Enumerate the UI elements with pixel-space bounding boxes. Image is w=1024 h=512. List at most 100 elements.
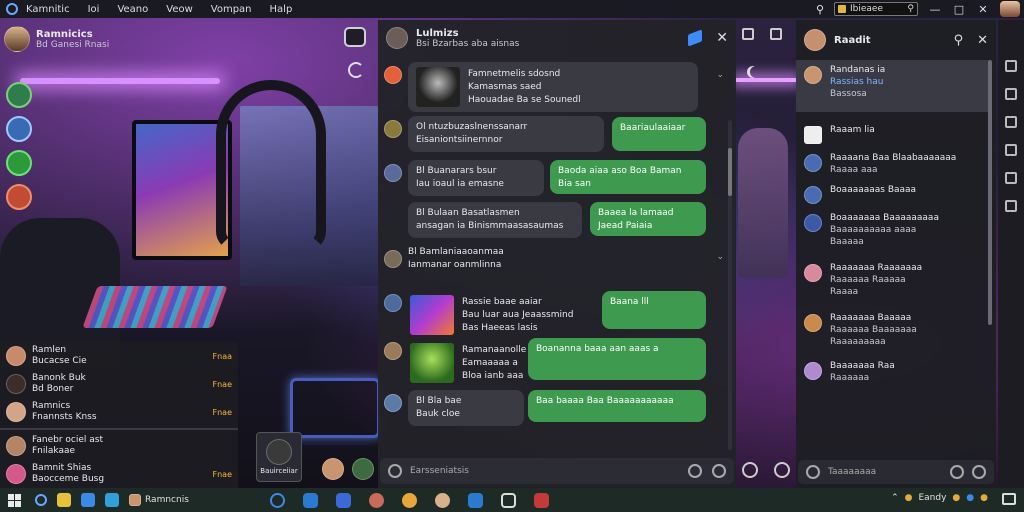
- sent-message[interactable]: Baaea la lamaad Jaead Paiaia: [590, 202, 706, 236]
- menu-item-2[interactable]: Ioi: [88, 4, 100, 15]
- list-item[interactable]: Raaaaaaa Raaaaaaa Raaaaaa Raaaaa Raaaa: [796, 262, 988, 298]
- app-icon-3[interactable]: [336, 493, 351, 508]
- image-thumbnail[interactable]: [410, 295, 454, 335]
- tray-icon[interactable]: ●: [952, 493, 960, 503]
- list-item[interactable]: Raaaaaaa Baaaaa Raaaaaa Baaaaaaa Raaaaaa…: [796, 312, 988, 348]
- app-icon-9[interactable]: [534, 493, 549, 508]
- app-icon-4[interactable]: [369, 493, 384, 508]
- screen-share-icon[interactable]: [742, 28, 754, 40]
- gif-icon[interactable]: [712, 464, 726, 478]
- message-bubble[interactable]: Bl Bla bae Bauk cloe: [408, 390, 524, 426]
- app-icon-7[interactable]: [468, 493, 483, 508]
- camera-icon[interactable]: [770, 28, 782, 40]
- search-icon[interactable]: [35, 494, 47, 506]
- info-icon[interactable]: [950, 465, 964, 479]
- add-icon[interactable]: [388, 464, 402, 478]
- friend-avatar-4[interactable]: [6, 184, 32, 210]
- menu-item-1[interactable]: Kamnitic: [26, 4, 70, 15]
- chevron-up-icon[interactable]: ⌃: [891, 493, 899, 503]
- moon-icon[interactable]: [750, 66, 762, 78]
- search-icon[interactable]: ⚲: [954, 33, 964, 48]
- list-item[interactable]: Ramnics Fnannsts Knss Fnae: [0, 398, 238, 426]
- notification-icon[interactable]: [1002, 493, 1016, 505]
- emoji-icon[interactable]: [688, 464, 702, 478]
- participant-avatar-2[interactable]: [352, 458, 374, 480]
- app-icon-8[interactable]: [501, 493, 516, 508]
- chevron-down-icon[interactable]: ⌄: [716, 70, 724, 80]
- rail-icon-6[interactable]: [1005, 200, 1017, 212]
- message-bubble[interactable]: Bl Bulaan Basatlasmen ansagan ia Binismm…: [408, 202, 582, 238]
- app-icon-2[interactable]: [303, 493, 318, 508]
- search-input[interactable]: Ibieaee ⚲: [834, 2, 918, 16]
- emoji-icon[interactable]: [972, 465, 986, 479]
- tray-icon[interactable]: ●: [966, 493, 974, 503]
- list-item[interactable]: Banonk Buk Bd Boner Fnae: [0, 370, 238, 398]
- rail-icon-3[interactable]: [1005, 116, 1017, 128]
- rail-icon-4[interactable]: [1005, 144, 1017, 156]
- search-icon[interactable]: ⚲: [816, 3, 824, 16]
- friend-avatar-3[interactable]: [6, 150, 32, 176]
- user-card[interactable]: Ramnicics Bd Ganesi Rnasi: [4, 26, 109, 52]
- message-bubble[interactable]: Bl Buanarars bsur Iau ioaul ia emasne: [408, 160, 544, 196]
- item-name: Raaam lia: [830, 125, 875, 135]
- rail-icon-1[interactable]: [1005, 60, 1017, 72]
- rail-icon-5[interactable]: [1005, 172, 1017, 184]
- start-button[interactable]: [8, 493, 21, 507]
- menu-item-help[interactable]: Halp: [270, 4, 293, 15]
- store-icon[interactable]: [105, 493, 119, 507]
- tray-icon[interactable]: ●: [905, 493, 913, 503]
- settings-icon[interactable]: [742, 462, 758, 478]
- rail-icon-2[interactable]: [1005, 88, 1017, 100]
- list-item[interactable]: Boaaaaaaas Baaaa: [796, 184, 988, 204]
- sent-message[interactable]: Baana lll: [602, 291, 706, 329]
- close-button[interactable]: ✕: [976, 3, 990, 16]
- friend-avatar-1[interactable]: [6, 82, 32, 108]
- close-icon[interactable]: ✕: [716, 30, 728, 46]
- minimize-button[interactable]: —: [928, 3, 942, 16]
- sent-message[interactable]: Baariaulaaiaar: [612, 117, 706, 151]
- chat-message: Bl Bulaan Basatlasmen ansagan ia Binismm…: [408, 202, 582, 238]
- tray-icon[interactable]: ●: [980, 493, 988, 503]
- folder-icon[interactable]: [57, 493, 71, 507]
- chevron-down-icon[interactable]: ⌄: [716, 252, 724, 262]
- message-bubble[interactable]: Ramanaanolle Eamaaaaa a Bloa ianb aaa: [408, 338, 546, 388]
- list-item[interactable]: Bamnit Shias Baocceme Busg Fnae: [0, 460, 238, 488]
- pin-icon[interactable]: [688, 29, 703, 47]
- participant-avatar-1[interactable]: [322, 458, 344, 480]
- image-thumbnail[interactable]: [410, 343, 454, 383]
- message-bubble[interactable]: Famnetmelis sdosnd Kamasmas saed Haouada…: [408, 62, 698, 112]
- refresh-icon[interactable]: [348, 62, 364, 78]
- account-avatar[interactable]: [1000, 1, 1020, 17]
- message-input[interactable]: Earsseniatsis: [380, 458, 734, 484]
- menu-item-5[interactable]: Vompan: [211, 4, 252, 15]
- grid-icon[interactable]: [774, 462, 790, 478]
- app-icon-1[interactable]: [270, 493, 285, 508]
- list-item[interactable]: Ramlen Bucacse Cie Fnaa: [0, 342, 238, 370]
- image-thumbnail[interactable]: [416, 67, 460, 107]
- list-item[interactable]: Randanas ia Rassias hau Bassosa: [796, 60, 988, 112]
- scrollbar[interactable]: [988, 60, 992, 325]
- menu-item-3[interactable]: Veano: [117, 4, 148, 15]
- sent-message[interactable]: Boananna baaa aan aaas a: [528, 338, 706, 380]
- list-item[interactable]: Baaaaaaa Raa Raaaaaa: [796, 360, 988, 384]
- taskbar-app[interactable]: Ramncnis: [129, 494, 189, 506]
- list-item[interactable]: Fanebr ociel ast Fnilakaae: [0, 432, 238, 460]
- list-item[interactable]: Raaam lia: [796, 124, 988, 144]
- message-bubble[interactable]: Rassie baae aaiar Bau luar aua Jeaassmin…: [408, 290, 600, 340]
- friend-avatar-2[interactable]: [6, 116, 32, 142]
- close-icon[interactable]: ✕: [977, 33, 988, 48]
- sent-message[interactable]: Baa baaaa Baa Baaaaaaaaaaa: [528, 390, 706, 422]
- scrollbar-thumb[interactable]: [728, 148, 732, 196]
- app-icon-5[interactable]: [402, 493, 417, 508]
- list-item[interactable]: Boaaaaaaa Baaaaaaaaa Baaaaaaaaaa aaaa Ba…: [796, 212, 988, 248]
- sent-message[interactable]: Baoda aiaa aso Boa Baman Bia san: [550, 160, 706, 194]
- overlay-toggle-button[interactable]: [344, 27, 366, 47]
- maximize-button[interactable]: □: [952, 3, 966, 16]
- app-icon-6[interactable]: [435, 493, 450, 508]
- calendar-icon[interactable]: [81, 493, 95, 507]
- list-item[interactable]: Raaaana Baa Blaabaaaaaaa Raaaa aaa: [796, 152, 988, 176]
- panel-search-input[interactable]: Taaaaaaaa: [798, 460, 994, 484]
- menu-item-4[interactable]: Veow: [166, 4, 193, 15]
- voice-user-tile[interactable]: Bauirceiiar: [256, 432, 302, 482]
- message-bubble[interactable]: Ol ntuzbuzaslnenssanarr Eisaniontsiinern…: [408, 116, 604, 152]
